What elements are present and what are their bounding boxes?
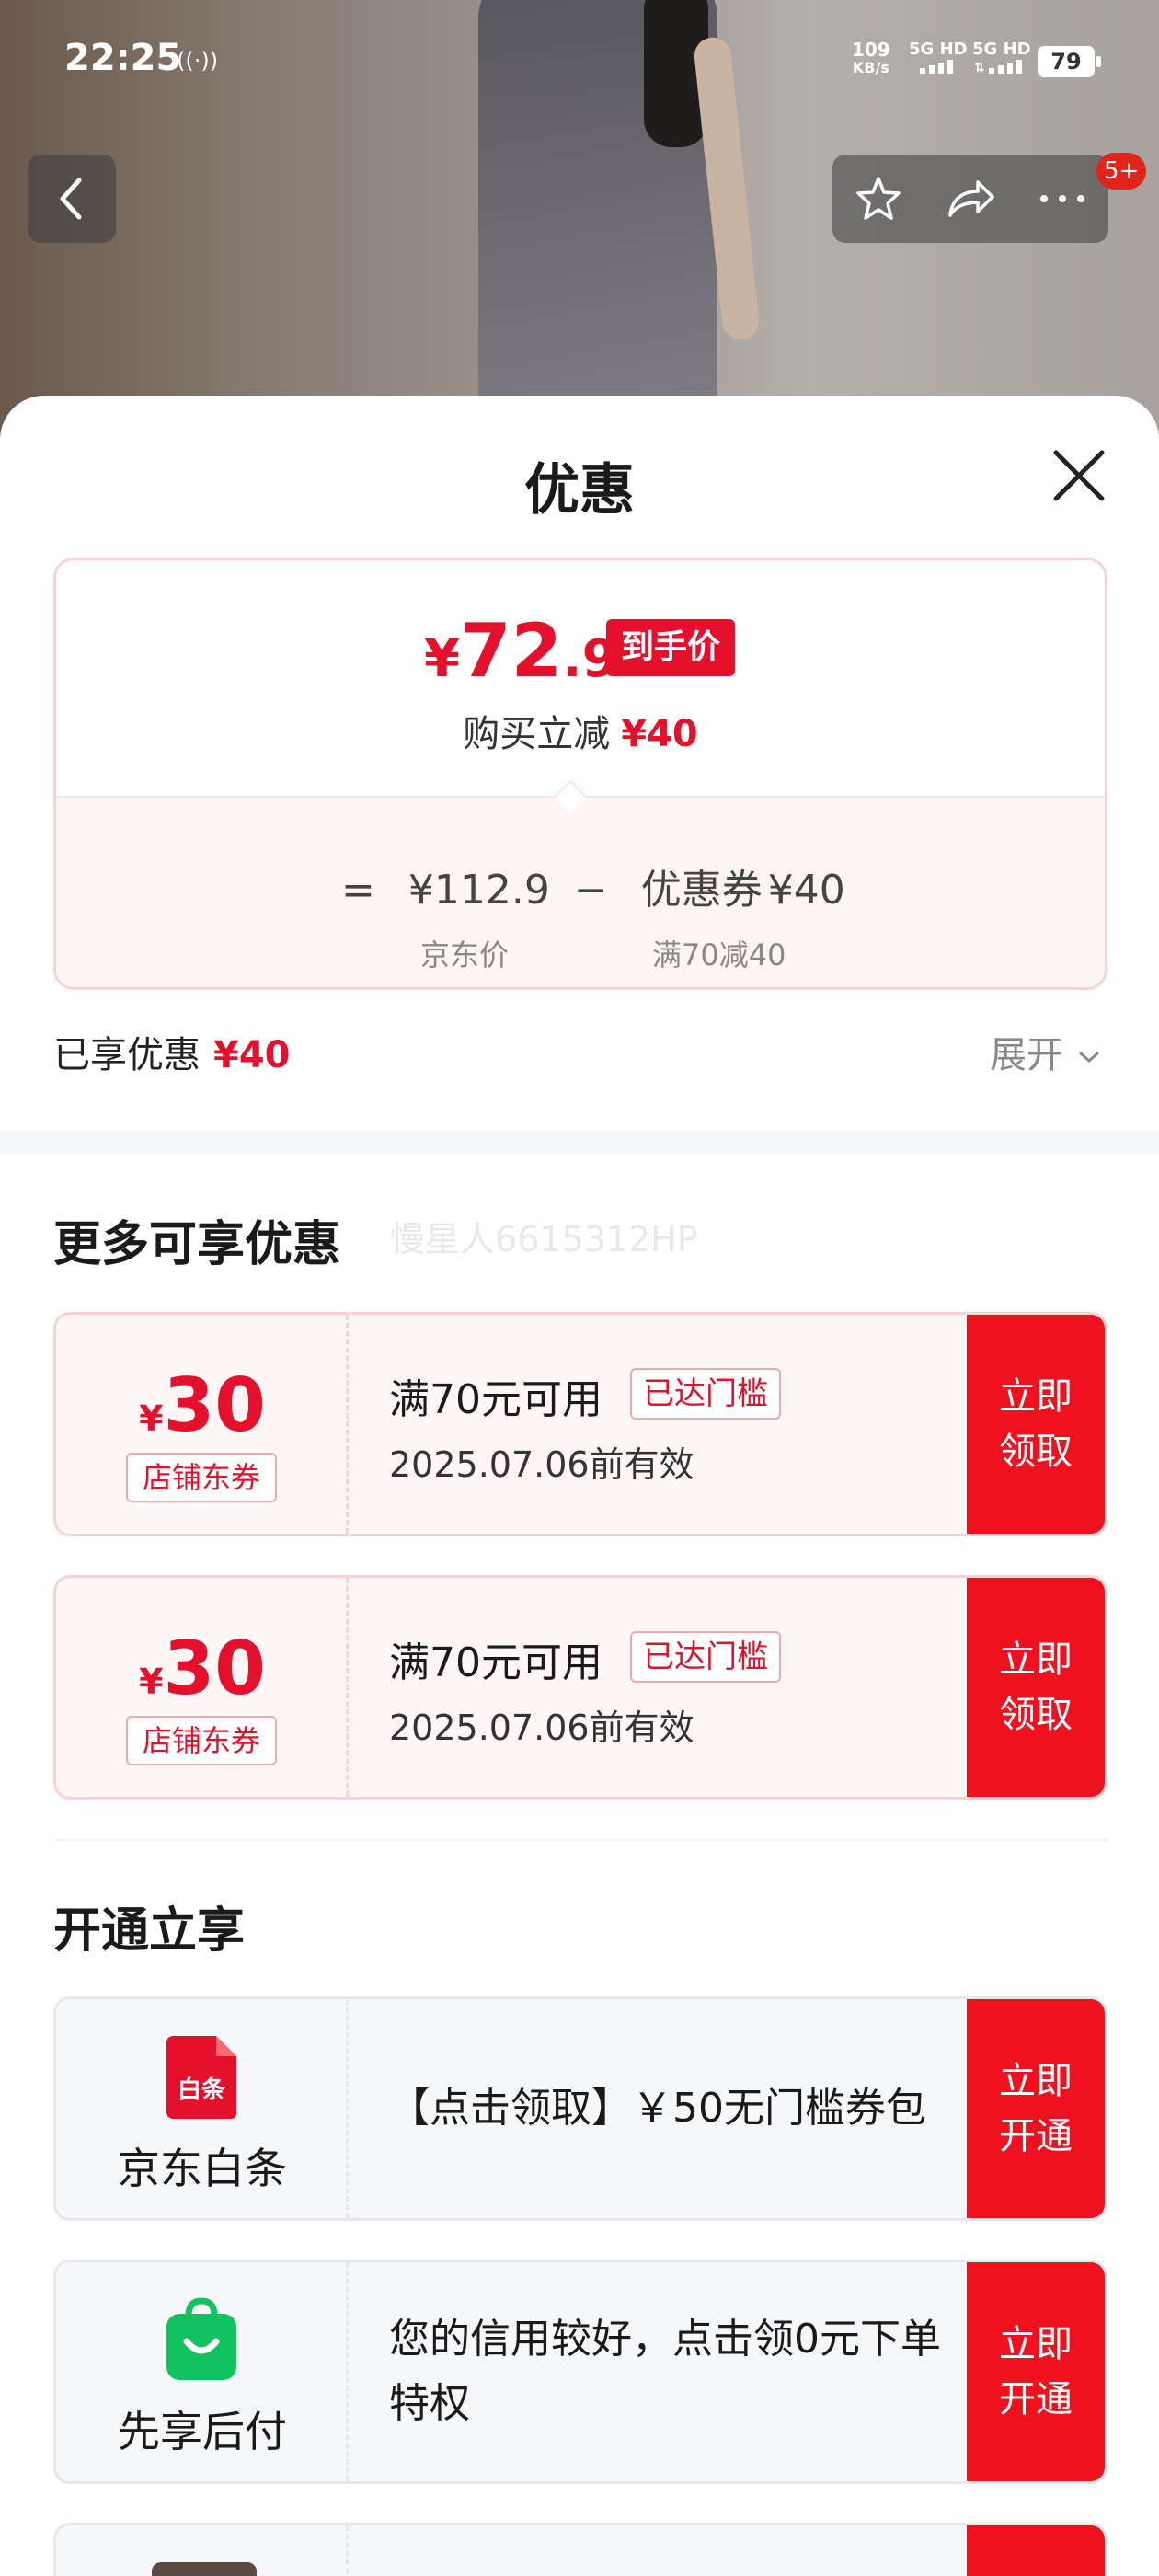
claim-coupon-button[interactable]: 立即 领取 — [967, 1315, 1105, 1534]
close-icon — [1053, 450, 1105, 501]
service-left — [56, 2525, 349, 2576]
threshold-reached-tag: 已达门槛 — [630, 1631, 781, 1683]
share-icon — [948, 180, 994, 217]
net-speed: 109 KB/s — [852, 40, 890, 77]
service-card-baitiao: 白条 京东白条 【点击领取】￥50无门槛券包 立即 开通 — [53, 1996, 1107, 2221]
service-desc: 【点击领取】￥50无门槛券包 — [389, 2085, 926, 2132]
threshold-reached-tag: 已达门槛 — [630, 1368, 781, 1420]
expand-label: 展开 — [990, 1034, 1063, 1076]
price-breakdown: = ¥112.9− 优惠券 ¥40 京东价 满70减40 — [56, 796, 1105, 987]
watermark: 慢星人6615312HP — [390, 1219, 698, 1259]
service-card-partial — [53, 2523, 1107, 2576]
signal-2: 5G HD ⇅ — [972, 40, 1031, 78]
back-button[interactable] — [28, 155, 116, 243]
coupon-condition-text: 满70元可用 — [389, 1639, 602, 1686]
final-price-tag: 到手价 — [606, 619, 736, 676]
final-price: ¥72.9 — [424, 608, 618, 694]
net-speed-unit: KB/s — [852, 59, 889, 76]
coupon-amount: ¥30 — [56, 1626, 349, 1711]
signal-1: 5G HD — [909, 40, 968, 78]
expand-button[interactable]: 展开 — [990, 1025, 1103, 1078]
message-badge: 5+ — [1096, 153, 1147, 190]
section-divider — [0, 1130, 1159, 1154]
claim-coupon-button[interactable]: 立即 领取 — [967, 1578, 1105, 1797]
favorite-button[interactable] — [832, 155, 924, 243]
svg-text:⇅: ⇅ — [974, 61, 985, 74]
service-name: 先享后付 — [118, 2407, 287, 2456]
coupon-left: ¥30 店铺东券 — [56, 1578, 349, 1797]
reduce-label: 购买立减 — [463, 713, 611, 755]
service-desc: 您的信用较好，点击领0元下单特权 — [389, 2316, 941, 2427]
status-bar: 22:25 ((·)) 109 KB/s 5G HD 5G HD ⇅ 79 — [0, 0, 1159, 120]
sheet-title: 优惠 — [524, 458, 635, 523]
price-top: ¥72.9 到手价 购买立减 ¥40 — [56, 560, 1105, 796]
net-speed-value: 109 — [852, 39, 890, 61]
nav-actions — [832, 155, 1108, 243]
equals-sign: = — [341, 867, 375, 914]
activate-service-label: 立即 开通 — [999, 2060, 1073, 2157]
coupon-card: ¥30 店铺东券 满70元可用 已达门槛 2025.07.06前有效 立即 领取 — [53, 1312, 1107, 1536]
coupon-currency: ¥ — [139, 1398, 164, 1439]
coupon-label: 优惠券 — [640, 867, 763, 914]
signal-bars-icon: ⇅ — [974, 60, 1022, 75]
star-icon — [856, 177, 901, 220]
signal-2-label: 5G HD — [972, 40, 1031, 59]
close-button[interactable] — [1049, 445, 1109, 506]
coupon-condition: 满70减40 — [652, 937, 786, 972]
claim-coupon-label: 立即 领取 — [999, 1375, 1073, 1473]
coupon-type-tag: 店铺东券 — [126, 1716, 277, 1765]
minus-sign: − — [573, 867, 608, 914]
enjoyed-discount: 已享优惠 ¥40 — [53, 1025, 291, 1078]
signal-bars-icon — [919, 60, 953, 74]
back-icon — [60, 178, 82, 220]
more-icon — [1040, 195, 1084, 202]
service-left: 先享后付 — [56, 2262, 349, 2481]
nfc-icon: ((·)) — [177, 48, 219, 74]
activate-service-button[interactable]: 立即 开通 — [967, 2262, 1105, 2481]
coupon-validity: 2025.07.06前有效 — [389, 1708, 694, 1748]
shopping-bag-icon — [166, 2297, 236, 2380]
coupon-amount-value: 30 — [163, 1363, 266, 1448]
coupon-card: ¥30 店铺东券 满70元可用 已达门槛 2025.07.06前有效 立即 领取 — [53, 1575, 1107, 1800]
coupon-type-tag: 店铺东券 — [126, 1453, 277, 1502]
service-card-pay-later: 先享后付 您的信用较好，点击领0元下单特权 立即 开通 — [53, 2260, 1107, 2484]
claim-coupon-label: 立即 领取 — [999, 1639, 1073, 1736]
open-benefits-title: 开通立享 — [53, 1903, 246, 1959]
enjoyed-label: 已享优惠 — [53, 1034, 201, 1076]
coupon-amount-value: 30 — [163, 1626, 266, 1711]
enjoyed-value: ¥40 — [213, 1034, 291, 1076]
discount-sheet: 优惠 ¥72.9 到手价 购买立减 ¥40 = ¥112.9− 优惠券 ¥40 京东价 … — [0, 396, 1159, 2576]
battery-icon: 79 — [1038, 46, 1101, 77]
jd-price-label: 京东价 — [420, 937, 510, 972]
activate-service-button[interactable]: 立即 开通 — [967, 1999, 1105, 2218]
coupon-validity: 2025.07.06前有效 — [389, 1444, 694, 1485]
activate-service-label: 立即 开通 — [999, 2323, 1073, 2421]
coupon-condition-text: 满70元可用 — [389, 1376, 602, 1423]
jd-price: ¥112.9 — [407, 867, 550, 914]
more-button[interactable] — [1016, 155, 1108, 243]
service-cta-partial[interactable] — [967, 2525, 1105, 2576]
section-separator — [53, 1838, 1107, 1842]
price-card: ¥72.9 到手价 购买立减 ¥40 = ¥112.9− 优惠券 ¥40 京东价 满70… — [53, 558, 1107, 990]
more-discounts-title: 更多可享优惠 — [53, 1217, 341, 1272]
coupon-value: ¥40 — [767, 867, 845, 914]
reduce-value: ¥40 — [621, 713, 698, 755]
service-left: 白条 京东白条 — [56, 1999, 349, 2218]
coupon-left: ¥30 店铺东券 — [56, 1315, 349, 1534]
share-button[interactable] — [924, 155, 1016, 243]
baitiao-logo-text: 白条 — [177, 2076, 225, 2104]
reduce-line: 购买立减 ¥40 — [56, 704, 1105, 757]
coupon-currency: ¥ — [139, 1662, 164, 1702]
final-price-int: 72 — [459, 608, 563, 694]
service-name: 京东白条 — [118, 2144, 287, 2193]
status-time: 22:25 — [64, 37, 182, 79]
chevron-down-icon — [1079, 1052, 1099, 1064]
signal-1-label: 5G HD — [909, 40, 968, 59]
price-formula: = ¥112.9− 优惠券 ¥40 — [341, 857, 869, 915]
service-thumbnail — [152, 2562, 257, 2576]
final-price-currency: ¥ — [424, 629, 460, 689]
coupon-amount: ¥30 — [56, 1363, 349, 1448]
